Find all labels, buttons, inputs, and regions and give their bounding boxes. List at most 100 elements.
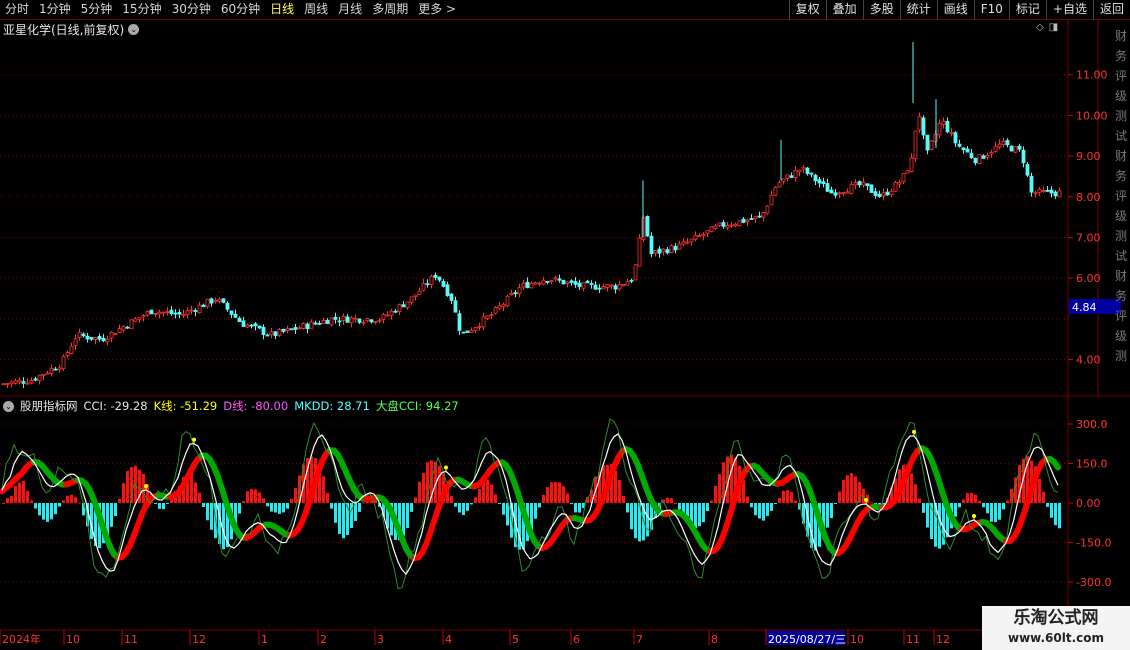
candle-body	[1033, 192, 1038, 195]
histogram-bar	[678, 503, 681, 510]
candle-body	[809, 172, 814, 175]
candle-body	[1, 383, 6, 386]
histogram-bar	[222, 503, 225, 550]
candle-body	[33, 378, 38, 381]
candle-body	[485, 315, 490, 319]
price-tick-label: 11.00	[1076, 69, 1108, 82]
candle-body	[125, 326, 130, 329]
signal-marker	[864, 498, 868, 503]
histogram-bar	[54, 503, 57, 515]
histogram-bar	[486, 479, 489, 503]
histogram-bar	[30, 500, 33, 503]
candle-body	[129, 319, 134, 330]
candle-body	[445, 284, 450, 297]
candle-body	[653, 250, 658, 254]
candle-body	[841, 192, 846, 195]
histogram-bar	[22, 480, 25, 503]
candle-body	[681, 241, 686, 245]
candle-body	[181, 313, 186, 316]
histogram-bar	[502, 503, 505, 515]
histogram-bar	[954, 503, 957, 517]
candle-body	[569, 280, 574, 283]
candle-body	[517, 287, 522, 295]
candle-body	[817, 179, 822, 184]
candle-body	[493, 307, 498, 314]
side-vertical-text: 测	[1115, 229, 1127, 243]
candle-body	[921, 117, 926, 136]
histogram-bar	[614, 470, 617, 503]
panel-toggle-icon[interactable]: ◨	[1049, 22, 1058, 33]
candle-body	[669, 245, 674, 254]
candle-body	[853, 182, 858, 186]
histogram-bar	[470, 503, 473, 505]
candle-body	[749, 218, 754, 220]
histogram-bar	[1006, 500, 1009, 503]
histogram-bar	[74, 497, 77, 503]
candle-body	[781, 178, 786, 182]
indicator-name[interactable]: 股朋指标网	[20, 398, 78, 414]
histogram-bar	[326, 493, 329, 503]
histogram-bar	[254, 489, 257, 503]
date-label: 10	[850, 633, 864, 646]
candle-body	[837, 192, 842, 195]
candle-body	[217, 298, 222, 302]
side-vertical-text: 务	[1115, 168, 1127, 183]
histogram-bar	[114, 503, 117, 517]
candle-body	[761, 212, 766, 218]
candle-body	[89, 337, 94, 340]
candle-body	[265, 334, 270, 337]
candle-body	[273, 331, 278, 337]
candle-body	[73, 338, 78, 346]
candle-body	[705, 230, 710, 234]
candle-body	[585, 280, 590, 284]
histogram-bar	[202, 503, 205, 508]
candle-body	[57, 367, 62, 371]
histogram-bar	[1046, 503, 1049, 507]
histogram-bar	[286, 503, 289, 509]
candle-body	[5, 383, 10, 385]
histogram-bar	[618, 479, 621, 503]
histogram-bar	[166, 503, 169, 504]
histogram-bar	[910, 473, 913, 503]
chevron-down-icon[interactable]: ⌄	[128, 24, 140, 35]
price-tick-label: 10.00	[1076, 109, 1108, 122]
d-band-segment	[1051, 458, 1061, 471]
candle-body	[65, 352, 70, 356]
indicator-tick-label: -150.0	[1076, 537, 1111, 550]
candle-body	[741, 218, 746, 223]
histogram-bar	[810, 503, 813, 548]
date-label: 6	[573, 633, 580, 646]
chevron-down-icon[interactable]: ⌄	[3, 400, 14, 412]
histogram-bar	[122, 483, 125, 503]
candle-body	[481, 316, 486, 328]
candle-body	[221, 298, 226, 303]
histogram-bar	[194, 482, 197, 503]
candle-body	[973, 157, 978, 164]
histogram-bar	[38, 503, 41, 516]
diamond-icon[interactable]: ◇	[1036, 22, 1044, 33]
candle-body	[201, 304, 206, 308]
histogram-bar	[238, 503, 241, 514]
histogram-bar	[78, 502, 81, 504]
candle-body	[173, 312, 178, 315]
side-vertical-text: 级	[1115, 89, 1127, 103]
candle-body	[269, 331, 274, 336]
histogram-bar	[6, 498, 9, 503]
candle-body	[553, 277, 558, 280]
candle-body	[685, 241, 690, 244]
candle-body	[645, 215, 650, 237]
candle-body	[337, 320, 342, 323]
histogram-bar	[330, 503, 333, 509]
histogram-bar	[574, 503, 577, 513]
chart-canvas[interactable]: 11.0010.009.008.007.006.004.004.84财务评级测试…	[0, 0, 1130, 650]
candle-body	[209, 298, 214, 304]
signal-marker	[972, 513, 976, 518]
histogram-bar	[126, 471, 129, 503]
histogram-bar	[242, 501, 245, 503]
histogram-bar	[698, 503, 701, 527]
histogram-bar	[358, 503, 361, 512]
candle-body	[753, 216, 758, 220]
histogram-bar	[922, 503, 925, 513]
histogram-bar	[362, 502, 365, 504]
candle-body	[765, 205, 770, 214]
